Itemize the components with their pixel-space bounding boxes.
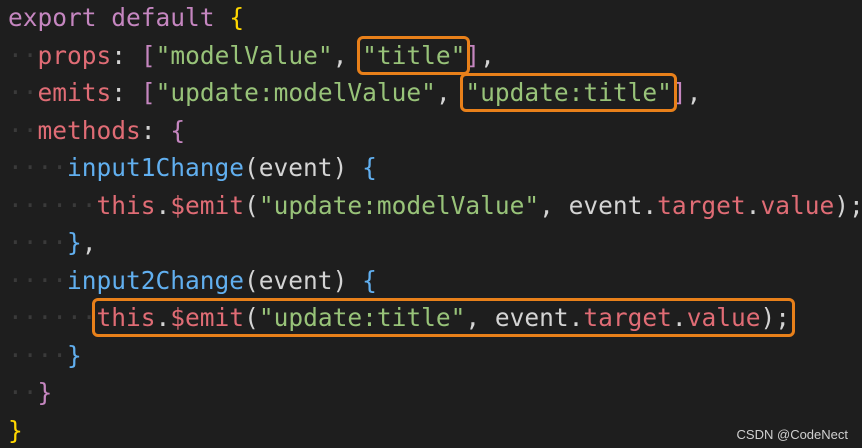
code-token: ] bbox=[465, 40, 481, 70]
code-token: "modelValue" bbox=[155, 40, 333, 70]
code-line[interactable]: ··methods: { bbox=[8, 113, 185, 149]
code-token: value bbox=[760, 190, 835, 220]
code-token: ·· bbox=[8, 40, 38, 70]
code-token: { bbox=[170, 115, 186, 145]
watermark-text: CSDN @CodeNect bbox=[736, 427, 848, 442]
code-token: [ bbox=[140, 78, 156, 107]
code-token: . bbox=[155, 190, 171, 220]
highlighted-token: "update:title" bbox=[460, 73, 677, 112]
code-line[interactable]: ····} bbox=[8, 338, 82, 374]
code-token: , bbox=[81, 228, 97, 257]
code-token: . bbox=[642, 190, 658, 220]
code-token: ) bbox=[834, 190, 849, 220]
code-token: "update:modelValue" bbox=[258, 190, 540, 220]
code-token: , bbox=[480, 40, 495, 70]
code-token: event bbox=[258, 265, 333, 295]
code-token: [ bbox=[140, 40, 156, 70]
code-token: , bbox=[686, 78, 702, 107]
code-token: event bbox=[258, 153, 333, 182]
code-token: ······ bbox=[8, 303, 97, 332]
code-token: export bbox=[8, 3, 97, 32]
code-token: ···· bbox=[8, 228, 68, 257]
code-token: : bbox=[111, 40, 127, 70]
code-token: ( bbox=[244, 153, 259, 182]
code-token: ) bbox=[332, 153, 348, 182]
code-token: { bbox=[229, 3, 245, 32]
code-token: ; bbox=[849, 191, 862, 220]
code-editor[interactable]: } ··} ····} ······this.$emit("update:title"… bbox=[0, 0, 862, 448]
code-token: : bbox=[111, 78, 127, 107]
code-token: } bbox=[37, 378, 53, 407]
code-token: { bbox=[362, 265, 377, 295]
code-token: input1Change bbox=[67, 153, 245, 182]
code-token: $emit bbox=[170, 190, 245, 220]
code-token: ] bbox=[671, 78, 687, 107]
code-line[interactable]: ····input2Change(event) { bbox=[8, 263, 377, 299]
code-token: ·· bbox=[8, 78, 38, 107]
code-line[interactable]: } bbox=[8, 413, 23, 448]
code-line[interactable]: ··props: ["modelValue", "title"], bbox=[8, 35, 495, 75]
code-token: ( bbox=[244, 265, 259, 295]
code-line[interactable]: ······this.$emit("update:title", event.t… bbox=[8, 298, 795, 337]
code-token: ·· bbox=[8, 378, 38, 407]
code-line[interactable]: ··} bbox=[8, 375, 52, 411]
code-token: event bbox=[568, 190, 643, 220]
code-token: emits bbox=[37, 78, 112, 107]
highlighted-token: this.$emit("update:title", event.target.… bbox=[91, 298, 795, 337]
code-token: , bbox=[332, 40, 348, 70]
code-token: "update:modelValue" bbox=[155, 78, 436, 107]
code-token: ······ bbox=[8, 190, 97, 220]
code-token: ···· bbox=[8, 153, 68, 182]
code-token: } bbox=[8, 415, 23, 445]
code-token: , bbox=[539, 190, 554, 220]
code-token: this bbox=[96, 190, 156, 220]
code-token: } bbox=[67, 228, 82, 257]
code-token: ( bbox=[244, 190, 259, 220]
code-line[interactable]: ··emits: ["update:modelValue", "update:t… bbox=[8, 73, 702, 112]
code-token: , bbox=[435, 78, 451, 107]
code-token: ···· bbox=[8, 265, 68, 295]
code-token: ···· bbox=[8, 340, 68, 370]
code-line[interactable]: ····}, bbox=[8, 225, 97, 261]
code-token: : bbox=[140, 115, 156, 145]
code-line[interactable]: ····input1Change(event) { bbox=[8, 150, 377, 186]
code-token: methods bbox=[37, 115, 141, 145]
code-token: . bbox=[745, 190, 761, 220]
highlighted-token: "title" bbox=[357, 35, 471, 75]
code-line[interactable]: ······this.$emit("update:modelValue", ev… bbox=[8, 188, 862, 224]
code-token: { bbox=[362, 153, 377, 182]
code-token: ·· bbox=[8, 115, 38, 145]
code-token: ) bbox=[332, 265, 348, 295]
code-line[interactable]: export default { bbox=[8, 0, 244, 36]
code-token: } bbox=[67, 340, 82, 370]
code-token: target bbox=[657, 190, 746, 220]
code-token: props bbox=[37, 40, 112, 70]
code-token: input2Change bbox=[67, 265, 245, 295]
code-token: default bbox=[111, 3, 215, 32]
